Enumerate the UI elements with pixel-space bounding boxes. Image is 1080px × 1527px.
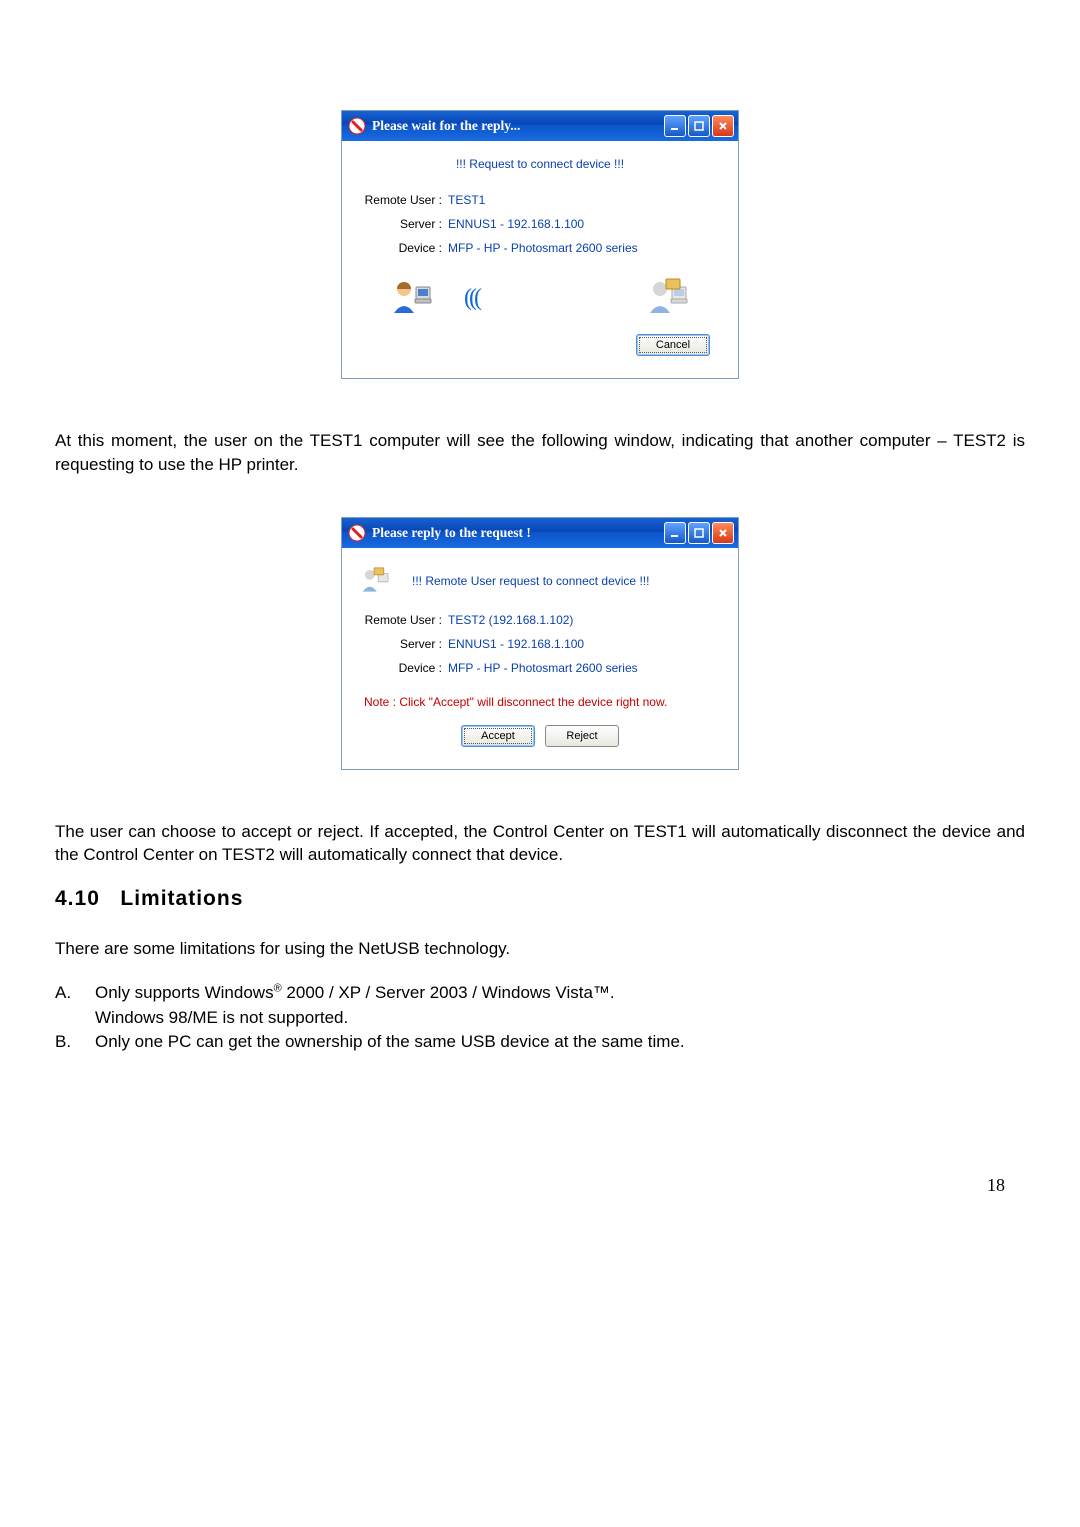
close-button[interactable]	[712, 522, 734, 544]
app-icon	[348, 117, 366, 135]
maximize-button[interactable]	[688, 115, 710, 137]
page-number: 18	[55, 1055, 1025, 1196]
list-b-text: Only one PC can get the ownership of the…	[95, 1030, 685, 1055]
paragraph-2: The user can choose to accept or reject.…	[55, 820, 1025, 868]
server-label: Server :	[360, 217, 442, 231]
remote-user-label: Remote User :	[360, 193, 442, 207]
reject-button[interactable]: Reject	[545, 725, 619, 747]
section-number: 4.10	[55, 887, 100, 910]
device-label: Device :	[360, 661, 442, 675]
remote-user-icon	[646, 277, 690, 320]
request-header: !!! Request to connect device !!!	[354, 157, 726, 171]
remote-user-icon	[360, 566, 391, 596]
paragraph-3: There are some limitations for using the…	[55, 937, 1025, 961]
list-marker: B.	[55, 1030, 95, 1055]
accept-button[interactable]: Accept	[461, 725, 535, 747]
dialog-title: Please reply to the request !	[372, 525, 531, 541]
list-item-a: A. Only supports Windows® 2000 / XP / Se…	[55, 981, 1025, 1030]
local-user-icon	[390, 277, 434, 320]
dialog-wait-reply: Please wait for the reply... !!! Request…	[341, 110, 739, 379]
list-item-b: B. Only one PC can get the ownership of …	[55, 1030, 1025, 1055]
server-value: ENNUS1 - 192.168.1.100	[448, 637, 584, 651]
remote-user-label: Remote User :	[360, 613, 442, 627]
device-value: MFP - HP - Photosmart 2600 series	[448, 661, 638, 675]
minimize-button[interactable]	[664, 115, 686, 137]
list-a-text-2: Windows 98/ME is not supported.	[95, 1008, 348, 1027]
dialog-title: Please wait for the reply...	[372, 118, 520, 134]
maximize-button[interactable]	[688, 522, 710, 544]
limitations-list: A. Only supports Windows® 2000 / XP / Se…	[55, 981, 1025, 1055]
list-a-text-1a: Only supports Windows	[95, 983, 274, 1002]
remote-user-value: TEST2 (192.168.1.102)	[448, 613, 573, 627]
titlebar[interactable]: Please wait for the reply...	[342, 111, 738, 141]
minimize-button[interactable]	[664, 522, 686, 544]
server-value: ENNUS1 - 192.168.1.100	[448, 217, 584, 231]
signal-icon: (((	[464, 285, 479, 312]
close-button[interactable]	[712, 115, 734, 137]
dialog-reply-request: Please reply to the request ! !!! Remote…	[341, 517, 739, 770]
request-header: !!! Remote User request to connect devic…	[412, 574, 649, 588]
titlebar[interactable]: Please reply to the request !	[342, 518, 738, 548]
section-title: Limitations	[120, 887, 243, 910]
paragraph-1: At this moment, the user on the TEST1 co…	[55, 429, 1025, 477]
list-a-text-1b: 2000 / XP / Server 2003 / Windows Vista™…	[282, 983, 615, 1002]
list-marker: A.	[55, 981, 95, 1030]
note-text: Note : Click "Accept" will disconnect th…	[354, 685, 726, 719]
device-label: Device :	[360, 241, 442, 255]
transfer-graphic: (((	[354, 265, 726, 328]
registered-mark: ®	[274, 982, 282, 994]
section-heading: 4.10 Limitations	[55, 887, 1025, 911]
device-value: MFP - HP - Photosmart 2600 series	[448, 241, 638, 255]
app-icon	[348, 524, 366, 542]
server-label: Server :	[360, 637, 442, 651]
cancel-button[interactable]: Cancel	[636, 334, 710, 356]
remote-user-value: TEST1	[448, 193, 485, 207]
